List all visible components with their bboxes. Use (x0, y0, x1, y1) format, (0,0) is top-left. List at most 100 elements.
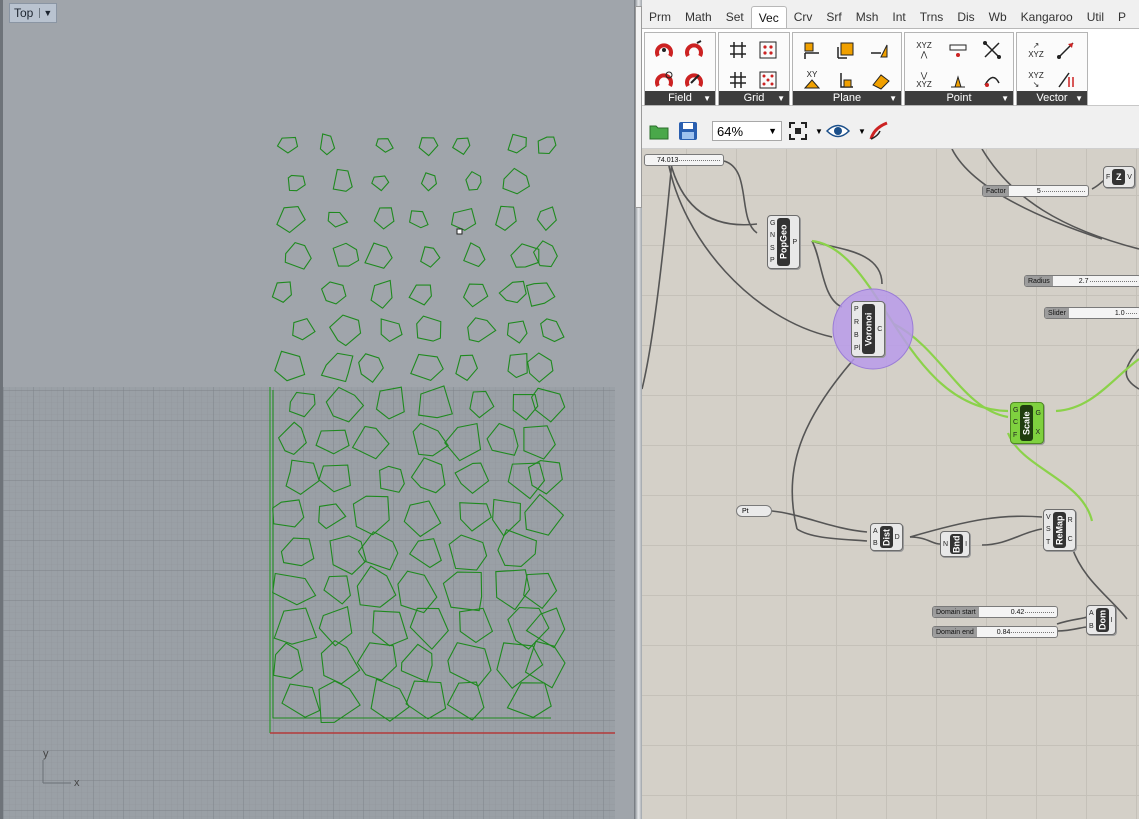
voronoi-cell (467, 317, 497, 343)
line-charge-icon[interactable] (681, 67, 707, 93)
number-slider-top[interactable]: 74.013 (644, 154, 724, 166)
tab-crv[interactable]: Crv (787, 6, 820, 28)
vector-two-point-icon[interactable] (1053, 37, 1079, 63)
deconstruct-vector-icon[interactable]: XYZ ↘ (1023, 67, 1049, 93)
deconstruct-point-icon[interactable]: ⋁ XYZ (911, 67, 937, 93)
ribbon-label-point[interactable]: Point ▼ (905, 91, 1013, 105)
open-file-icon[interactable] (648, 120, 670, 142)
tab-msh[interactable]: Msh (849, 6, 886, 28)
point-cylindrical-icon[interactable] (945, 37, 971, 63)
viewport-canvas[interactable] (3, 0, 634, 819)
grasshopper-canvas[interactable]: 74.013 GNSP PopGeo P P R B Pl Voronoi C GCF… (642, 149, 1139, 819)
voronoi-cell (364, 242, 393, 269)
distance-component[interactable]: AB Dist D (870, 523, 903, 551)
radial-grid-icon[interactable] (755, 67, 781, 93)
tab-wb[interactable]: Wb (982, 6, 1014, 28)
voronoi-cell (320, 281, 347, 305)
voronoi-cell (416, 315, 442, 342)
splitter-scroll-thumb[interactable] (635, 6, 642, 208)
rectangular-grid-icon[interactable] (725, 67, 751, 93)
ribbon-label-vector[interactable]: Vector ▼ (1017, 91, 1087, 105)
tab-vec[interactable]: Vec (750, 6, 787, 29)
voronoi-cell (332, 168, 353, 192)
wire-bnd-remap-s (981, 528, 1043, 546)
tab-srf[interactable]: Srf (819, 6, 848, 28)
wire-dend-dom (1056, 626, 1088, 632)
sketch-pen-icon[interactable] (868, 120, 890, 142)
viewport-menu-arrow-icon[interactable]: ▼ (39, 8, 52, 18)
component-tabs: Prm Math Set Vec Crv Srf Msh Int Trns Dis Wb Kangar… (642, 6, 1139, 29)
magnet-field-icon[interactable] (651, 37, 677, 63)
point-graph-icon[interactable] (979, 37, 1005, 63)
closest-point-icon[interactable] (979, 67, 1005, 93)
construct-plane-icon[interactable] (833, 37, 859, 63)
component-ribbon: Field ▼ Grid ▼ XY Plane ▼ XYZ ⋀ ⋁ XYZ Po… (642, 28, 1139, 106)
square-grid-icon[interactable] (725, 37, 751, 63)
zoom-select[interactable]: 64% ▼ (712, 121, 782, 141)
popgeo-component[interactable]: GNSP PopGeo P (767, 215, 801, 269)
voronoi-cell (408, 284, 432, 306)
spin-field-icon[interactable] (681, 37, 707, 63)
tab-set[interactable]: Set (719, 6, 751, 28)
voronoi-cell (410, 353, 444, 382)
tab-trns[interactable]: Trns (913, 6, 951, 28)
voronoi-cell (502, 167, 531, 195)
wire-dist-bnd (909, 536, 941, 545)
plane-normal-icon[interactable] (867, 37, 893, 63)
save-file-icon[interactable] (677, 120, 699, 142)
factor-slider[interactable]: Factor 5 (982, 185, 1089, 197)
voronoi-component[interactable]: P R B Pl Voronoi C (851, 301, 886, 357)
domain-component[interactable]: AB Dom I (1086, 605, 1116, 635)
tab-dis[interactable]: Dis (950, 6, 981, 28)
generic-slider[interactable]: Slider 1.0 (1044, 307, 1139, 319)
vector-xyz-icon[interactable]: ↗ XYZ (1023, 37, 1049, 63)
ribbon-group-vector: ↗ XYZ XYZ ↘ Vector ▼ (1016, 32, 1088, 106)
voronoi-cell (370, 279, 393, 309)
xy-plane-icon[interactable] (799, 37, 825, 63)
voronoi-cell (420, 172, 438, 192)
radius-slider[interactable]: Radius 2.7 (1024, 275, 1139, 287)
voronoi-cell (540, 318, 565, 343)
wire-number-left (642, 160, 673, 390)
tab-math[interactable]: Math (678, 6, 719, 28)
ribbon-group-point: XYZ ⋀ ⋁ XYZ Point ▼ (904, 32, 1014, 106)
point-charge-icon[interactable] (651, 67, 677, 93)
grasshopper-window: Prm Math Set Vec Crv Srf Msh Int Trns Dis Wb Kangar… (642, 0, 1139, 819)
hexagonal-grid-icon[interactable] (755, 37, 781, 63)
domain-end-slider[interactable]: Domain end 0.84 (932, 626, 1058, 638)
ribbon-label-plane[interactable]: Plane ▼ (793, 91, 901, 105)
plane-offset-icon[interactable] (867, 67, 893, 93)
tab-int[interactable]: Int (885, 6, 912, 28)
vector-length-icon[interactable] (1053, 67, 1079, 93)
voronoi-cell (271, 281, 292, 303)
rhino-top-viewport[interactable]: Top ▼ y x (0, 0, 634, 819)
ribbon-label-grid[interactable]: Grid ▼ (719, 91, 789, 105)
point-polar-icon[interactable] (945, 67, 971, 93)
tab-p[interactable]: P (1111, 6, 1133, 28)
ribbon-label-field[interactable]: Field ▼ (645, 91, 715, 105)
viewport-title[interactable]: Top ▼ (9, 3, 58, 23)
bounds-component[interactable]: N Bnd I (940, 531, 971, 557)
wire-dstart-dom (1056, 616, 1088, 625)
tab-util[interactable]: Util (1080, 6, 1111, 28)
point-parameter[interactable]: Pt (736, 505, 772, 517)
wire-voronoi-down (791, 358, 855, 530)
preview-eye-icon[interactable] (825, 120, 851, 142)
zoom-extents-icon[interactable] (787, 120, 809, 142)
construct-point-icon[interactable]: XYZ ⋀ (911, 37, 937, 63)
domain-start-slider[interactable]: Domain start 0.42 (932, 606, 1058, 618)
tab-kangaroo[interactable]: Kangaroo (1014, 6, 1080, 28)
unit-z-component[interactable]: F Z V (1103, 166, 1135, 188)
voronoi-cell (358, 353, 384, 383)
tab-prm[interactable]: Prm (642, 6, 678, 28)
voronoi-cell (462, 283, 489, 308)
voronoi-cell (536, 206, 557, 232)
scale-label: Scale (1020, 405, 1034, 441)
remap-component[interactable]: VST ReMap RC (1043, 509, 1076, 551)
scale-component[interactable]: GCF Scale GX (1010, 402, 1044, 444)
voronoi-cell (319, 133, 336, 156)
plane-xy-icon[interactable]: XY (799, 67, 825, 93)
plane-origin-icon[interactable] (833, 67, 859, 93)
panel-splitter[interactable] (634, 0, 642, 819)
voronoi-cell (276, 206, 306, 234)
